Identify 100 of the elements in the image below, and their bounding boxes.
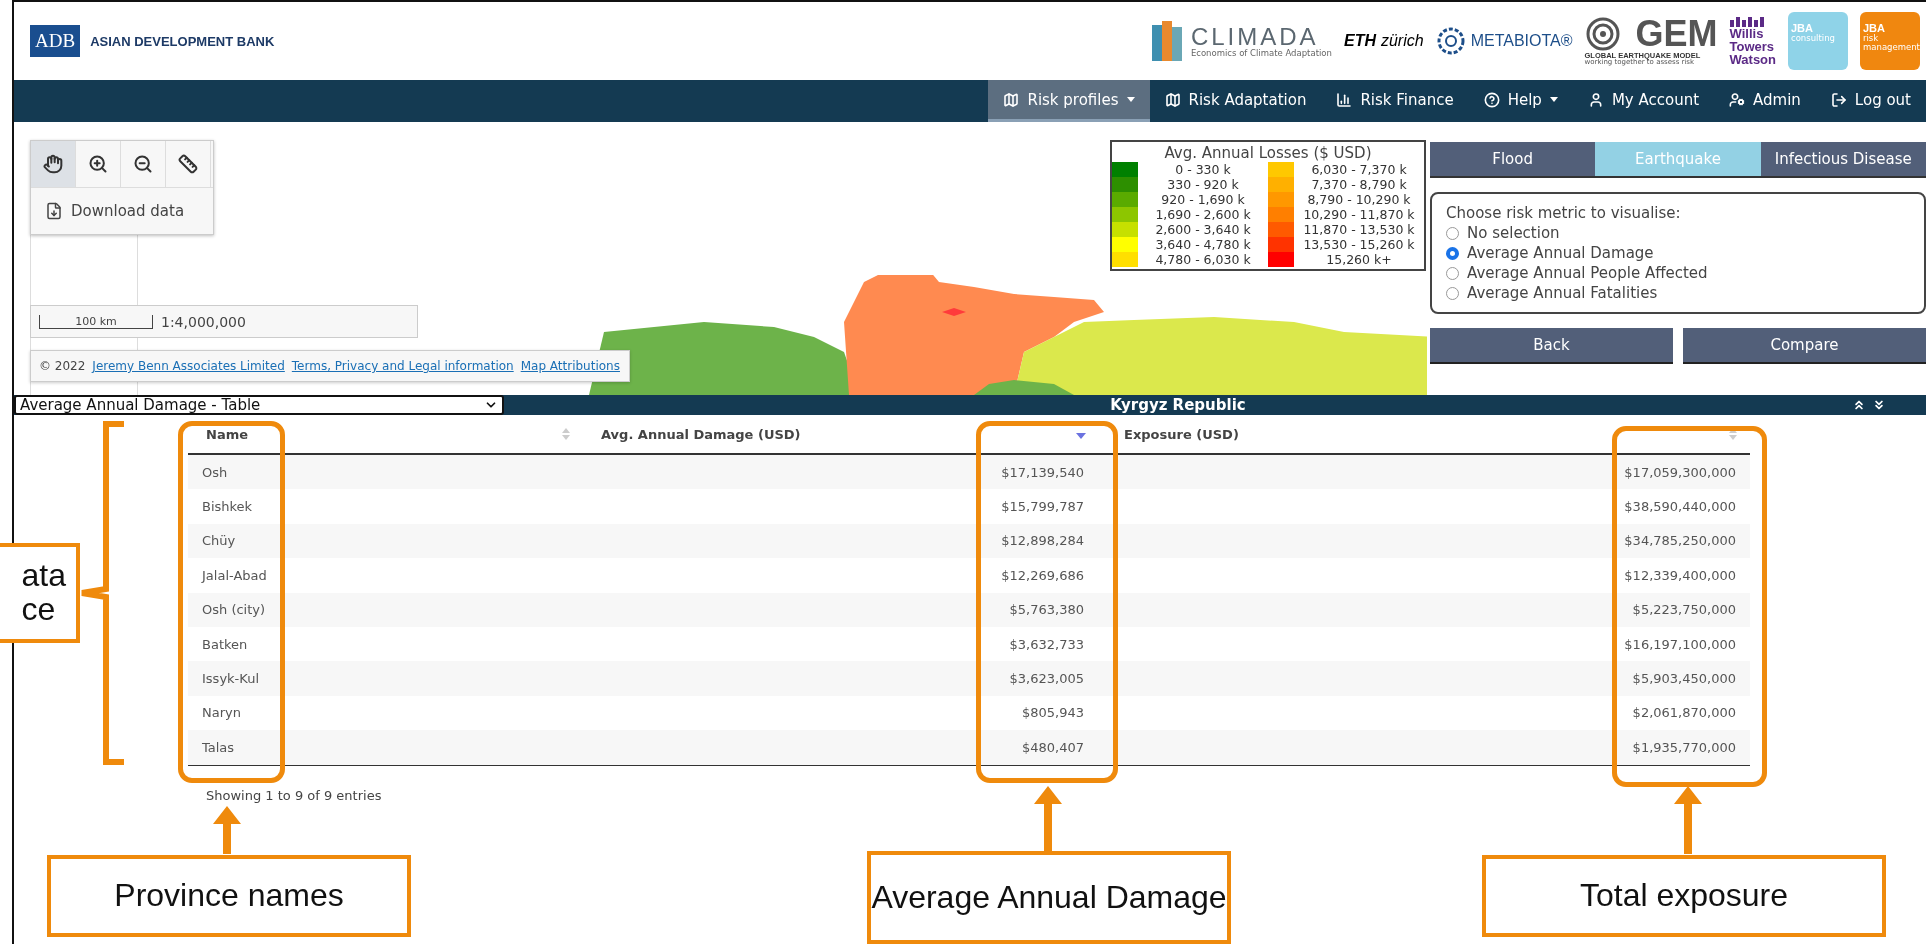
- table-cell-text: $12,898,284: [1000, 533, 1085, 549]
- nav-item[interactable]: Help: [1468, 80, 1573, 122]
- zoom-in-icon: [88, 154, 108, 174]
- attribution-link[interactable]: Jeremy Benn Associates Limited: [92, 359, 285, 373]
- scale-ratio: 1:4,000,000: [161, 313, 246, 330]
- hand-icon: [43, 154, 63, 174]
- table-cell-text: $12,339,400,000: [1623, 567, 1737, 583]
- attribution-link[interactable]: Map Attributions: [520, 359, 620, 373]
- logo-title: JBA: [1791, 22, 1814, 34]
- legend-label: 3,640 - 4,780 k: [1154, 237, 1252, 252]
- table-cell-text: $2,061,870,000: [1631, 705, 1737, 721]
- table-cell-text: Osh (city): [201, 602, 267, 618]
- zoom-out-icon: [133, 154, 153, 174]
- table-cell-text: $5,903,450,000: [1631, 671, 1737, 687]
- legend-label: 10,290 - 11,870 k: [1302, 207, 1416, 222]
- radio-button[interactable]: [1446, 226, 1459, 240]
- radio-label[interactable]: No selection: [1467, 224, 1560, 242]
- view-select[interactable]: Average Annual Damage - Table: [14, 395, 504, 415]
- legend-label: 0 - 330 k: [1174, 162, 1232, 177]
- action-button[interactable]: Compare: [1683, 328, 1926, 364]
- map-icon: [1164, 91, 1181, 108]
- scale-bar: 100 km: [39, 314, 153, 329]
- table-cell-text: $16,197,100,000: [1623, 636, 1737, 652]
- radio-label[interactable]: Average Annual People Affected: [1467, 264, 1708, 282]
- column-header[interactable]: Name: [188, 426, 583, 442]
- radio-button[interactable]: [1446, 286, 1459, 300]
- logo-title: METABIOTA®: [1470, 32, 1573, 50]
- action-button[interactable]: Back: [1430, 328, 1673, 364]
- legend-label: 2,600 - 3,640 k: [1154, 222, 1252, 237]
- nav-item[interactable]: Risk profiles: [988, 80, 1150, 122]
- legend-label: 11,870 - 13,530 k: [1302, 222, 1416, 237]
- file-download-icon: [45, 202, 63, 220]
- logo-title: GEM: [1635, 17, 1718, 50]
- nav-item[interactable]: Risk Finance: [1321, 80, 1469, 122]
- map-tool-button[interactable]: [76, 141, 121, 187]
- radio-button[interactable]: [1446, 266, 1459, 280]
- table-cell-text: $480,407: [1020, 739, 1085, 755]
- table-cell-text: $17,059,300,000: [1623, 464, 1737, 480]
- callout-label: ata ce: [0, 543, 80, 643]
- help-icon: [1483, 91, 1500, 108]
- map-tool-button[interactable]: [166, 141, 211, 187]
- user-gear-icon: [1729, 91, 1746, 108]
- logo-title: JBA: [1863, 22, 1886, 34]
- legend-label: 1,690 - 2,600 k: [1154, 207, 1252, 222]
- table-cell-text: Jalal-Abad: [200, 567, 268, 583]
- legend-title: Avg. Annual Losses ($ USD): [1163, 144, 1373, 162]
- pointer-arrow: [213, 806, 241, 854]
- map-tool-button[interactable]: [121, 141, 166, 187]
- legend-label: 8,790 - 10,290 k: [1306, 192, 1412, 207]
- metric-prompt: Choose risk metric to visualise:: [1446, 204, 1682, 222]
- table-cell-text: Issyk-Kul: [201, 671, 261, 687]
- legend-label: 6,030 - 7,370 k: [1310, 162, 1408, 177]
- callout-label: Total exposure: [1482, 855, 1886, 937]
- logo-title: CLIMADA: [1190, 24, 1319, 49]
- table-cell-text: Bishkek: [201, 499, 254, 515]
- logo-mark: ADB: [30, 25, 81, 57]
- radio-button[interactable]: [1446, 246, 1459, 260]
- bank-name: ASIAN DEVELOPMENT BANK: [90, 33, 275, 49]
- ruler-icon: [178, 154, 198, 174]
- copyright-text: © 2022: [39, 359, 86, 373]
- table-cell-text: $5,223,750,000: [1631, 602, 1737, 618]
- callout-label: Province names: [47, 855, 411, 937]
- nav-item[interactable]: My Account: [1572, 80, 1715, 122]
- legend-label: 4,780 - 6,030 k: [1154, 252, 1252, 267]
- radio-label[interactable]: Average Annual Damage: [1467, 244, 1654, 262]
- table-cell-text: $1,935,770,000: [1631, 739, 1737, 755]
- legend-label: 15,260 k+: [1325, 252, 1393, 267]
- hazard-tab[interactable]: Infectious Disease: [1760, 142, 1926, 178]
- hazard-tab[interactable]: Flood: [1430, 142, 1596, 178]
- logo-text: Willis: [1729, 26, 1765, 40]
- callout-label: Average Annual Damage: [867, 851, 1231, 944]
- logo-title: ETH: [1343, 32, 1376, 50]
- table-cell-text: Talas: [201, 739, 236, 755]
- collapse-icon[interactable]: [1852, 398, 1866, 412]
- nav-item[interactable]: Risk Adaptation: [1149, 80, 1322, 122]
- nav-item[interactable]: Admin: [1714, 80, 1816, 122]
- chart-icon: [1336, 91, 1353, 108]
- logo-subtitle: Economics of Climate Adaptation: [1190, 48, 1332, 58]
- entries-info: Showing 1 to 9 of 9 entries: [206, 787, 382, 803]
- table-cell-text: $5,763,380: [1008, 602, 1085, 618]
- pointer-arrow: [1674, 786, 1702, 854]
- table-cell-text: $3,623,005: [1008, 671, 1085, 687]
- expand-icon[interactable]: [1872, 398, 1886, 412]
- radio-label[interactable]: Average Annual Fatalities: [1467, 284, 1658, 302]
- legend-label: 920 - 1,690 k: [1160, 192, 1246, 207]
- column-header[interactable]: Avg. Annual Damage (USD): [583, 426, 1098, 442]
- map-tool-button[interactable]: [31, 141, 76, 187]
- legend-label: 7,370 - 8,790 k: [1310, 177, 1408, 192]
- logo-subtitle: zürich: [1380, 32, 1424, 50]
- nav-item[interactable]: Log out: [1815, 80, 1926, 122]
- table-cell-text: $12,269,686: [1000, 567, 1085, 583]
- country-title: Kyrgyz Republic: [1109, 396, 1247, 414]
- table-cell-text: $15,799,787: [1000, 499, 1085, 515]
- logo-subtitle: consulting: [1791, 34, 1836, 43]
- table-cell-text: $17,139,540: [1000, 464, 1085, 480]
- table-cell-text: $805,943: [1020, 705, 1085, 721]
- attribution-link[interactable]: Terms, Privacy and Legal information: [291, 359, 514, 373]
- column-header[interactable]: Exposure (USD): [1098, 426, 1750, 442]
- legend-label: 330 - 920 k: [1166, 177, 1240, 192]
- map-icon: [1003, 91, 1020, 108]
